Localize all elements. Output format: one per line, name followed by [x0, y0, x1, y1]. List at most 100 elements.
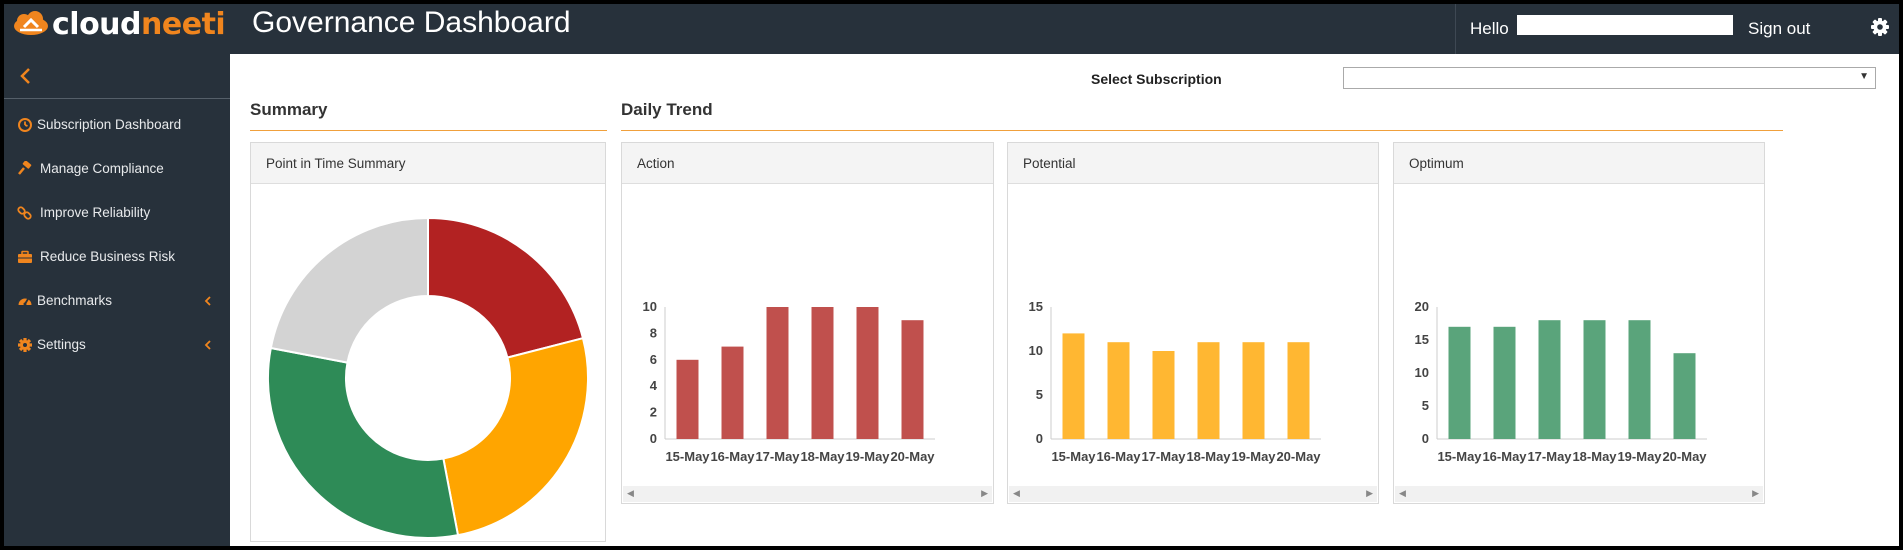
scroll-left-icon[interactable]: ◀ [627, 488, 634, 499]
y-tick-label: 5 [1036, 387, 1043, 402]
daily-trend-section-rule [621, 130, 1783, 131]
donut-slice[interactable] [269, 216, 429, 364]
username-redacted [1517, 15, 1733, 35]
tachometer-icon [18, 298, 32, 306]
y-tick-label: 15 [1029, 299, 1043, 314]
x-tick-label: 19-May [1231, 449, 1276, 464]
scroll-right-icon[interactable]: ▶ [1752, 488, 1759, 499]
bar[interactable] [901, 320, 924, 439]
sidebar-item-label: Reduce Business Risk [40, 249, 176, 264]
subscription-select[interactable]: ▼ [1343, 67, 1876, 89]
panel-title: Potential [1023, 156, 1076, 171]
y-tick-label: 10 [1029, 343, 1043, 358]
x-tick-label: 16-May [1482, 449, 1527, 464]
cloudneeti-logo[interactable]: cloudneeti [10, 6, 226, 42]
sidebar: Subscription Dashboard Manage Compliance… [4, 54, 230, 546]
briefcase-icon [18, 250, 32, 263]
y-tick-label: 5 [1422, 398, 1429, 413]
bar[interactable] [856, 307, 879, 439]
optimum-bar-chart: 0 5 10 15 20 15-May 16-May 17-May 18-May 19-May 20… [1415, 299, 1708, 464]
bar[interactable] [1287, 342, 1310, 439]
sidebar-item-label: Settings [37, 337, 86, 352]
bar[interactable] [1062, 333, 1085, 439]
panel-title: Action [637, 156, 675, 171]
y-tick-label: 10 [643, 299, 657, 314]
panel-title: Point in Time Summary [266, 156, 406, 171]
y-tick-label: 0 [650, 431, 657, 446]
bar[interactable] [1197, 342, 1220, 439]
scroll-left-icon[interactable]: ◀ [1399, 488, 1406, 499]
daily-trend-section-title: Daily Trend [621, 100, 713, 119]
panel-header: Action [622, 143, 993, 184]
panel-header: Potential [1008, 143, 1378, 184]
x-tick-label: 20-May [1662, 449, 1707, 464]
bar[interactable] [811, 307, 834, 439]
sidebar-item-subscription-dashboard[interactable]: Subscription Dashboard [4, 110, 230, 140]
horizontal-scrollbar[interactable]: ◀ ▶ [1395, 486, 1763, 502]
bar[interactable] [721, 346, 744, 439]
bar[interactable] [1448, 326, 1471, 439]
topbar-divider [1455, 4, 1456, 54]
sidebar-item-reduce-business-risk[interactable]: Reduce Business Risk [4, 242, 230, 272]
y-tick-label: 15 [1415, 332, 1429, 347]
sign-out-link[interactable]: Sign out [1748, 19, 1810, 39]
gear-icon[interactable] [1870, 17, 1890, 37]
summary-section-rule [250, 130, 607, 131]
x-tick-label: 18-May [800, 449, 845, 464]
bar[interactable] [1493, 326, 1516, 439]
action-bar-chart: 0 2 4 6 8 10 15-May 16-May 17-May 18-May 19-May 20-… [643, 299, 936, 464]
x-tick-label: 15-May [1437, 449, 1482, 464]
sidebar-item-benchmarks[interactable]: Benchmarks [4, 286, 230, 316]
panel-title: Optimum [1409, 156, 1464, 171]
sidebar-item-settings[interactable]: Settings [4, 330, 230, 360]
x-tick-label: 19-May [1617, 449, 1662, 464]
donut-slice[interactable] [267, 346, 460, 539]
page-title: Governance Dashboard [252, 6, 571, 39]
x-tick-label: 16-May [710, 449, 755, 464]
sidebar-item-manage-compliance[interactable]: Manage Compliance [4, 154, 230, 184]
x-tick-label: 17-May [755, 449, 800, 464]
bar[interactable] [676, 359, 699, 439]
sidebar-item-improve-reliability[interactable]: Improve Reliability [4, 198, 230, 228]
y-tick-label: 0 [1036, 431, 1043, 446]
summary-panel: Point in Time Summary [250, 142, 606, 542]
bar[interactable] [1628, 320, 1651, 439]
scroll-right-icon[interactable]: ▶ [981, 488, 988, 499]
logo-text-neeti: neeti [141, 6, 226, 42]
scroll-left-icon[interactable]: ◀ [1013, 488, 1020, 499]
x-tick-label: 18-May [1572, 449, 1617, 464]
logo-icon [14, 11, 48, 35]
y-tick-label: 20 [1415, 299, 1429, 314]
action-panel: Action 0 2 4 6 8 10 15-May 16-May 17-May 18-May 19… [621, 142, 994, 504]
bar[interactable] [1152, 351, 1175, 439]
bar[interactable] [1242, 342, 1265, 439]
optimum-panel: Optimum 0 5 10 15 20 15-May 16-May 17-May 18-May… [1393, 142, 1765, 504]
link-icon [17, 206, 32, 220]
x-tick-label: 20-May [890, 449, 935, 464]
potential-bar-chart: 0 5 10 15 15-May 16-May 17-May 18-May 19-May 20-M… [1029, 299, 1322, 464]
y-tick-label: 10 [1415, 365, 1429, 380]
select-subscription-label: Select Subscription [1091, 71, 1222, 87]
x-tick-label: 20-May [1276, 449, 1321, 464]
horizontal-scrollbar[interactable]: ◀ ▶ [623, 486, 992, 502]
bar[interactable] [1107, 342, 1130, 439]
x-tick-label: 17-May [1527, 449, 1572, 464]
summary-section-title: Summary [250, 100, 328, 119]
dashboard-icon [18, 118, 32, 132]
chevron-left-icon [204, 340, 211, 350]
bar[interactable] [766, 307, 789, 439]
gear-icon [18, 338, 32, 352]
chevron-left-icon[interactable] [14, 64, 38, 88]
scroll-right-icon[interactable]: ▶ [1366, 488, 1373, 499]
horizontal-scrollbar[interactable]: ◀ ▶ [1009, 486, 1377, 502]
y-tick-label: 2 [650, 405, 657, 420]
sidebar-item-label: Improve Reliability [40, 205, 151, 220]
donut-chart [267, 216, 589, 539]
bar[interactable] [1673, 353, 1696, 439]
donut-slice[interactable] [442, 336, 589, 537]
bar[interactable] [1538, 320, 1561, 439]
bar[interactable] [1583, 320, 1606, 439]
donut-slice[interactable] [427, 216, 585, 359]
x-tick-label: 15-May [665, 449, 710, 464]
greeting-text: Hello [1470, 19, 1509, 38]
